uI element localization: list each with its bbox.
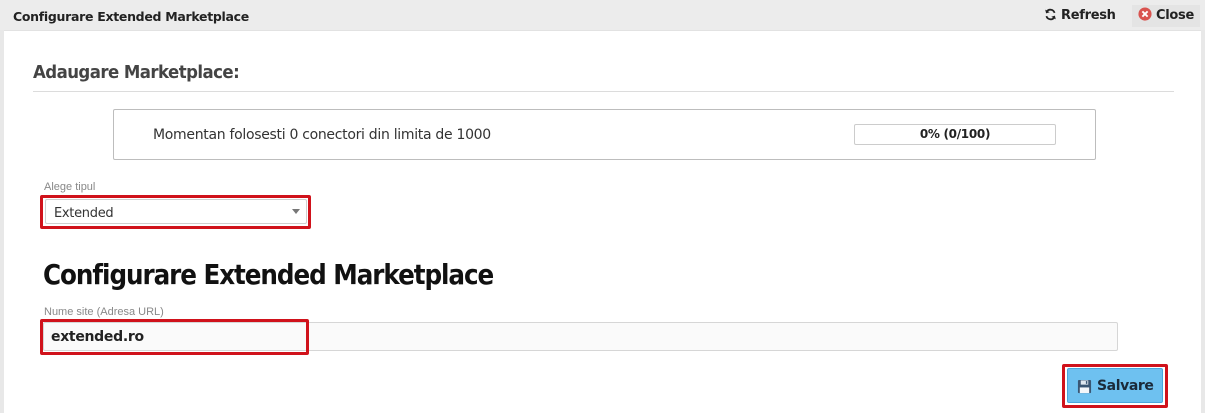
close-circle-icon — [1138, 7, 1152, 29]
left-edge — [0, 30, 4, 413]
connector-usage-panel: Momentan folosesti 0 conectori din limit… — [113, 109, 1096, 160]
type-select-label: Alege tipul — [44, 181, 96, 193]
close-button[interactable]: Close — [1132, 5, 1200, 27]
usage-progress-label: 0% (0/100) — [919, 127, 991, 141]
config-heading: Configurare Extended Marketplace — [43, 258, 494, 291]
refresh-button[interactable]: Refresh — [1044, 5, 1116, 27]
window-titlebar: Configurare Extended Marketplace Refresh… — [0, 0, 1205, 31]
usage-text: Momentan folosesti 0 conectori din limit… — [153, 127, 491, 143]
floppy-disk-icon — [1077, 379, 1092, 399]
right-edge — [1201, 30, 1205, 413]
refresh-icon — [1044, 7, 1057, 29]
save-label: Salvare — [1097, 378, 1154, 394]
divider — [33, 91, 1174, 92]
type-select[interactable]: Extended — [45, 199, 307, 224]
usage-progress-bar: 0% (0/100) — [854, 124, 1056, 145]
chevron-down-icon — [292, 209, 300, 214]
site-url-label: Nume site (Adresa URL) — [44, 306, 164, 318]
window-title: Configurare Extended Marketplace — [13, 9, 249, 24]
type-select-value: Extended — [54, 206, 114, 221]
highlight-box-url — [40, 319, 309, 355]
save-button[interactable]: Salvare — [1067, 368, 1163, 403]
close-label: Close — [1156, 8, 1194, 23]
section-heading: Adaugare Marketplace: — [33, 62, 240, 83]
refresh-label: Refresh — [1061, 8, 1116, 23]
